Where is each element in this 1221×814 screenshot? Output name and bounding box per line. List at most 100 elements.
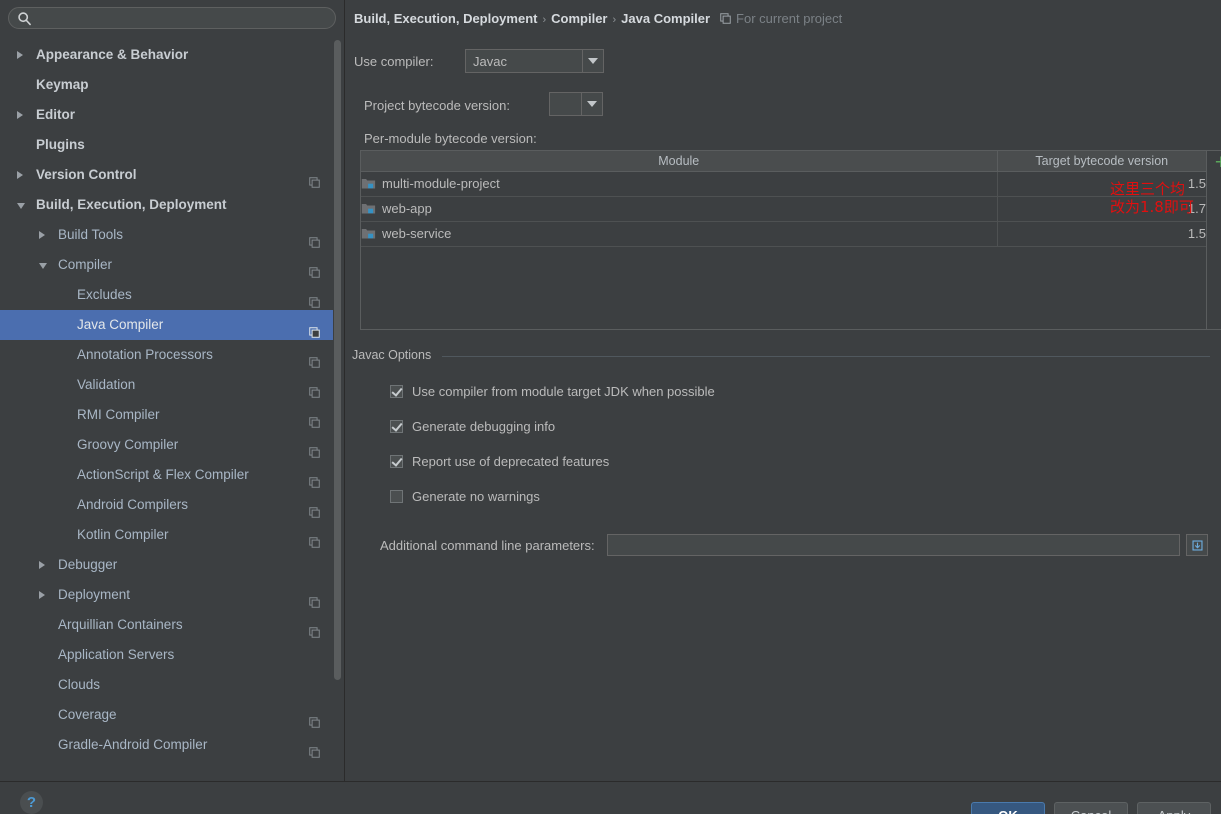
chevron-down-icon[interactable] <box>581 93 602 115</box>
sidebar-item-debugger[interactable]: Debugger <box>0 550 338 580</box>
sidebar-item-build-execution-deployment[interactable]: Build, Execution, Deployment <box>0 190 338 220</box>
breadcrumb-crumb[interactable]: Compiler <box>551 11 607 26</box>
copy-settings-icon[interactable] <box>309 529 320 548</box>
sidebar-item-groovy-compiler[interactable]: Groovy Compiler <box>0 430 338 460</box>
sidebar-item-clouds[interactable]: Clouds <box>0 670 338 700</box>
chevron-down-icon[interactable] <box>582 50 603 72</box>
sidebar-scrollbar-thumb[interactable] <box>334 40 341 680</box>
checkbox-generate-no-warnings[interactable]: Generate no warnings <box>390 489 540 504</box>
target-bytecode-version-cell[interactable]: 1.7 <box>997 196 1206 222</box>
copy-settings-icon[interactable] <box>309 469 320 488</box>
chevron-down-icon[interactable] <box>17 203 25 209</box>
sidebar-item-rmi-compiler[interactable]: RMI Compiler <box>0 400 338 430</box>
copy-settings-icon[interactable] <box>309 289 320 308</box>
copy-settings-icon[interactable] <box>309 589 320 608</box>
checkbox-indicator[interactable] <box>390 420 403 433</box>
breadcrumb-crumb[interactable]: Java Compiler <box>621 11 710 26</box>
dialog-button-bar: ? OK Cancel Apply <box>0 781 1221 814</box>
checkbox-use-compiler-from-module-jdk[interactable]: Use compiler from module target JDK when… <box>390 384 715 399</box>
sidebar-item-appearance-behavior[interactable]: Appearance & Behavior <box>0 40 338 70</box>
table-column-header[interactable]: Target bytecode version <box>997 151 1206 172</box>
copy-settings-icon[interactable] <box>309 349 320 368</box>
sidebar-scrollbar[interactable] <box>333 36 342 764</box>
sidebar-item-validation[interactable]: Validation <box>0 370 338 400</box>
table-body[interactable]: multi-module-project 1.5 web-app 1.7 web-ser… <box>361 171 1206 247</box>
chevron-right-icon[interactable] <box>17 171 23 179</box>
sidebar-item-label: Groovy Compiler <box>77 437 179 452</box>
sidebar-item-label: Annotation Processors <box>77 347 213 362</box>
chevron-right-icon[interactable] <box>39 561 45 569</box>
sidebar-item-label: Application Servers <box>58 647 175 662</box>
sidebar-item-label: Android Compilers <box>77 497 189 512</box>
checkbox-indicator[interactable] <box>390 490 403 503</box>
chevron-right-icon[interactable] <box>17 51 23 59</box>
per-module-bytecode-table[interactable]: Module Target bytecode version multi-modu… <box>361 151 1206 247</box>
sidebar-item-deployment[interactable]: Deployment <box>0 580 338 610</box>
additional-params-input[interactable] <box>606 534 1180 556</box>
dialog-actions: OK Cancel Apply <box>971 802 1211 814</box>
table-row[interactable]: multi-module-project 1.5 <box>361 171 1206 197</box>
copy-settings-icon[interactable] <box>309 229 320 248</box>
module-name-cell[interactable]: multi-module-project <box>361 171 998 197</box>
sidebar-item-java-compiler[interactable]: Java Compiler <box>0 310 338 340</box>
sidebar-item-version-control[interactable]: Version Control <box>0 160 338 190</box>
help-button[interactable]: ? <box>20 791 43 814</box>
checkbox-indicator[interactable] <box>390 455 403 468</box>
chevron-right-icon[interactable] <box>39 591 45 599</box>
settings-dialog: Appearance & Behavior Keymap Editor Plugins… <box>0 0 1221 814</box>
module-name-cell[interactable]: web-app <box>361 196 998 222</box>
chevron-right-icon[interactable] <box>17 111 23 119</box>
copy-settings-icon[interactable] <box>309 619 320 638</box>
copy-settings-icon[interactable] <box>309 409 320 428</box>
sidebar-item-kotlin-compiler[interactable]: Kotlin Compiler <box>0 520 338 550</box>
module-folder-icon <box>361 202 376 215</box>
target-bytecode-version-cell[interactable]: 1.5 <box>997 171 1206 197</box>
checkbox-report-deprecated-features[interactable]: Report use of deprecated features <box>390 454 609 469</box>
per-module-bytecode-label: Per-module bytecode version: <box>364 131 537 146</box>
target-bytecode-version-cell[interactable]: 1.5 <box>997 221 1206 247</box>
sidebar-item-keymap[interactable]: Keymap <box>0 70 338 100</box>
chevron-right-icon[interactable] <box>39 231 45 239</box>
apply-button[interactable]: Apply <box>1137 802 1211 814</box>
sidebar-item-build-tools[interactable]: Build Tools <box>0 220 338 250</box>
sidebar-item-annotation-processors[interactable]: Annotation Processors <box>0 340 338 370</box>
copy-settings-icon[interactable] <box>309 709 320 728</box>
checkbox-generate-debugging-info[interactable]: Generate debugging info <box>390 419 555 434</box>
table-row[interactable]: web-app 1.7 <box>361 196 1206 222</box>
checkbox-indicator[interactable] <box>390 385 403 398</box>
javac-options-group: Javac Options Use compiler from module t… <box>350 348 1212 563</box>
project-bytecode-version-dropdown[interactable] <box>549 92 603 116</box>
sidebar-item-compiler[interactable]: Compiler <box>0 250 338 280</box>
use-compiler-dropdown[interactable]: Javac <box>465 49 604 73</box>
copy-settings-icon[interactable] <box>309 379 320 398</box>
cancel-button[interactable]: Cancel <box>1054 802 1128 814</box>
sidebar-item-excludes[interactable]: Excludes <box>0 280 338 310</box>
sidebar-item-label: Clouds <box>58 677 101 692</box>
search-box[interactable] <box>8 7 336 29</box>
table-column-header[interactable]: Module <box>361 151 998 172</box>
copy-settings-icon[interactable] <box>309 499 320 518</box>
breadcrumb-crumb[interactable]: Build, Execution, Deployment <box>354 11 537 26</box>
sidebar-item-plugins[interactable]: Plugins <box>0 130 338 160</box>
settings-tree[interactable]: Appearance & Behavior Keymap Editor Plugins… <box>0 40 338 765</box>
sidebar-item-arquillian-containers[interactable]: Arquillian Containers <box>0 610 338 640</box>
table-row[interactable]: web-service 1.5 <box>361 221 1206 247</box>
copy-settings-icon[interactable] <box>309 259 320 278</box>
copy-settings-icon[interactable] <box>309 439 320 458</box>
project-bytecode-version-value <box>550 93 581 115</box>
sidebar-item-gradle-android-compiler[interactable]: Gradle-Android Compiler <box>0 730 338 760</box>
sidebar-item-editor[interactable]: Editor <box>0 100 338 130</box>
chevron-down-icon[interactable] <box>39 263 47 269</box>
sidebar-item-coverage[interactable]: Coverage <box>0 700 338 730</box>
expand-editor-icon[interactable] <box>1186 534 1208 556</box>
sidebar-item-actionscript-flex-compiler[interactable]: ActionScript & Flex Compiler <box>0 460 338 490</box>
copy-settings-icon[interactable] <box>309 739 320 758</box>
sidebar-item-android-compilers[interactable]: Android Compilers <box>0 490 338 520</box>
copy-settings-icon[interactable] <box>309 319 320 338</box>
module-name-cell[interactable]: web-service <box>361 221 998 247</box>
add-module-button[interactable]: + <box>1211 152 1221 173</box>
ok-button[interactable]: OK <box>971 802 1045 814</box>
sidebar-item-application-servers[interactable]: Application Servers <box>0 640 338 670</box>
search-input[interactable] <box>35 8 327 28</box>
copy-settings-icon[interactable] <box>309 169 320 188</box>
